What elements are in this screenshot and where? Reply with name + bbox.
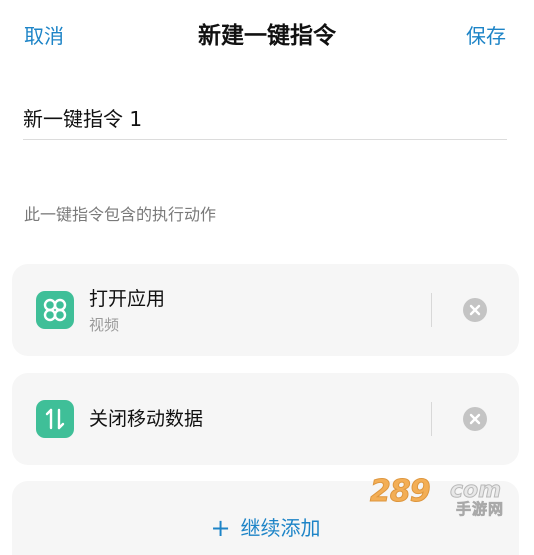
watermark-number: 289	[370, 474, 432, 510]
mobile-data-arrows-icon	[36, 400, 74, 438]
app-grid-icon	[36, 291, 74, 329]
divider	[431, 293, 432, 327]
action-subtitle: 视频	[89, 316, 120, 334]
plus-icon: +	[210, 514, 231, 542]
action-card-mobile-data[interactable]: 关闭移动数据	[12, 373, 519, 465]
close-icon	[469, 304, 481, 316]
section-label: 此一键指令包含的执行动作	[24, 205, 217, 224]
page-title: 新建一键指令	[198, 23, 336, 49]
action-card-open-app[interactable]: 打开应用 视频	[12, 264, 519, 356]
shortcut-name-input[interactable]	[23, 96, 507, 140]
close-icon	[469, 413, 481, 425]
add-more-label: 继续添加	[240, 516, 321, 540]
save-button[interactable]: 保存	[466, 22, 506, 50]
divider	[431, 402, 432, 436]
remove-action-button[interactable]	[463, 407, 487, 431]
action-title: 打开应用	[89, 288, 166, 310]
watermark-logo: 289 com 手游网	[370, 474, 510, 519]
remove-action-button[interactable]	[463, 298, 487, 322]
header-bar: 取消 新建一键指令 保存	[0, 0, 534, 72]
watermark-text: 手游网	[456, 500, 505, 519]
action-title: 关闭移动数据	[89, 408, 204, 430]
new-shortcut-page: 取消 新建一键指令 保存 此一键指令包含的执行动作 打开应用 视频	[0, 0, 534, 555]
